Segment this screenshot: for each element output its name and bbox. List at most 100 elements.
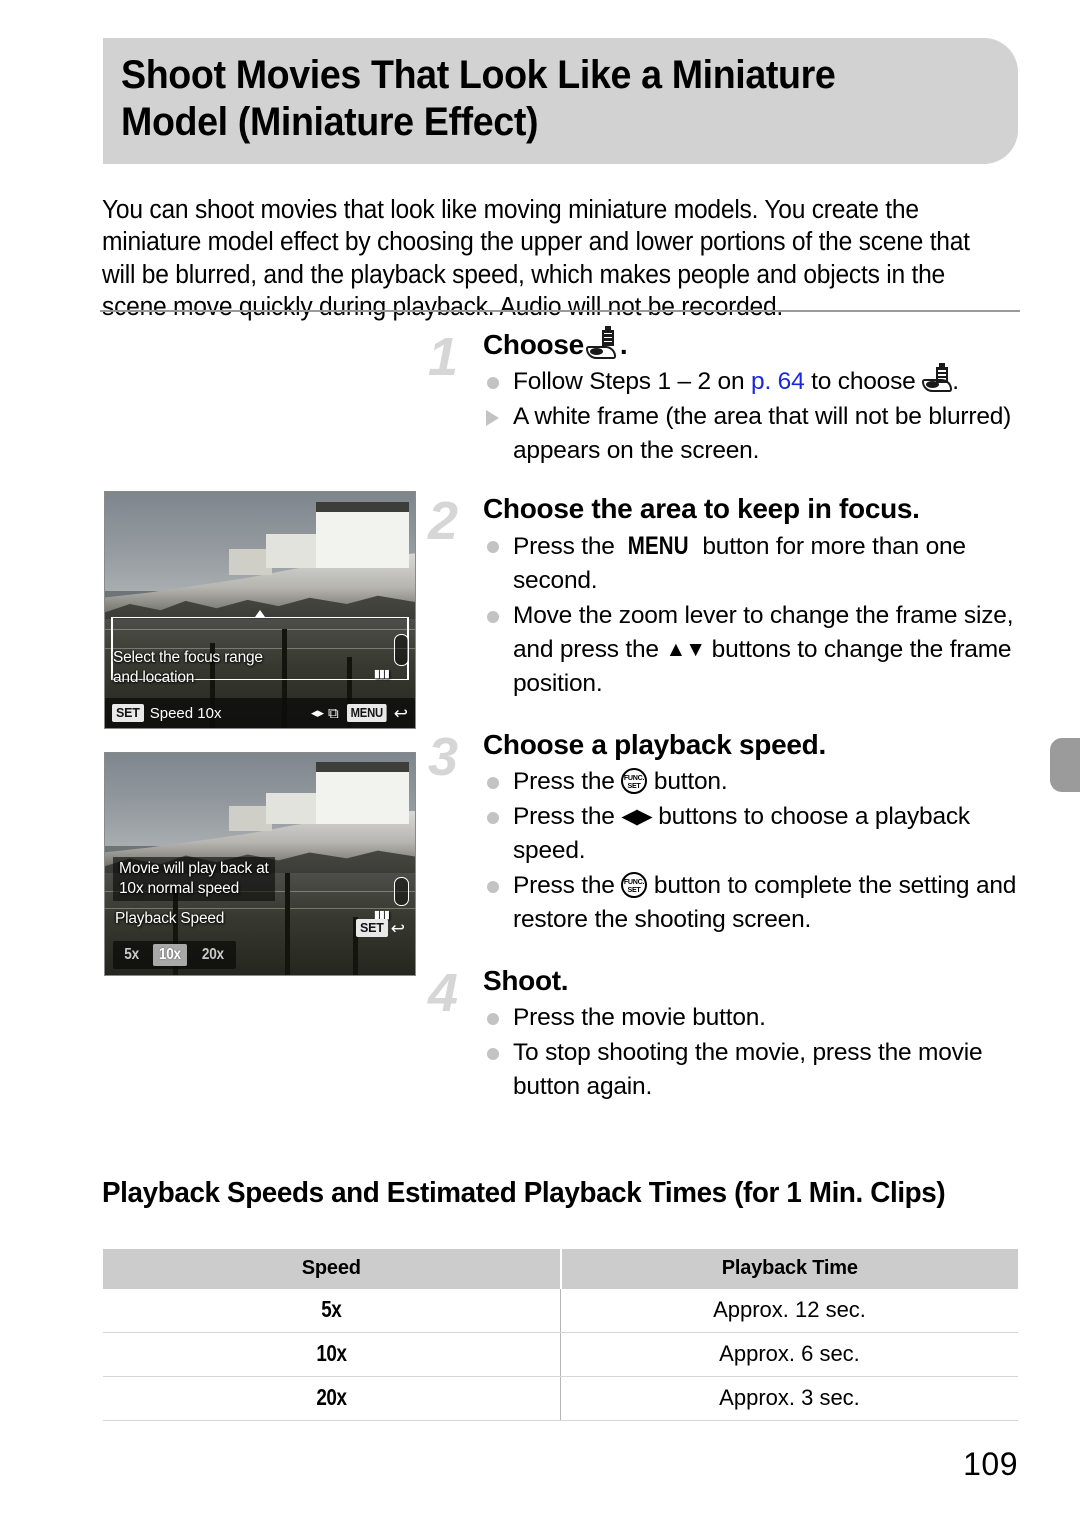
page-title-banner: Shoot Movies That Look Like a Miniature …: [103, 38, 1018, 165]
step-1-bullet-1-text-a: Follow Steps 1 – 2 on: [513, 368, 752, 396]
step-1-heading-period: .: [619, 329, 628, 360]
step-2-bullets: Press the MENU button for more than one …: [483, 529, 1024, 701]
step-4-bullets: Press the movie button. To stop shooting…: [483, 1001, 1024, 1104]
screen1-zoom-indicator: [394, 633, 409, 667]
speed-option-20x[interactable]: 20x: [196, 944, 230, 966]
camera-screen-playback-speed: ▮▮▮ Movie will play back at 10x normal s…: [104, 752, 416, 976]
intro-paragraph: You can shoot movies that look like movi…: [102, 195, 970, 322]
bullet-dot-icon: [487, 1048, 499, 1061]
left-right-arrows-icon: ◀▶: [621, 805, 652, 829]
cell-time-20x: Approx. 3 sec.: [560, 1376, 1018, 1421]
menu-button-label: MENU: [628, 532, 690, 561]
table-subheading: Playback Speeds and Estimated Playback T…: [102, 1177, 946, 1210]
step-3-bullet-2: Press the ◀▶ buttons to choose a playbac…: [483, 800, 1024, 868]
step-4-heading: Shoot.: [483, 965, 569, 996]
step-3-bullet-3: Press the FUNC. SET button to complete th…: [483, 869, 1024, 937]
step-3-bullets: Press the FUNC. SET button. Press the ◀▶ …: [483, 765, 1024, 937]
playback-speed-table: Speed Playback Time 5x Approx. 12 sec. 1…: [103, 1249, 1018, 1421]
column-header-speed: Speed: [103, 1249, 562, 1289]
screen1-guidance-text: Select the focus range and location: [113, 648, 263, 686]
screen2-return-icon: ↩: [390, 918, 405, 938]
screen2-building-main: [315, 762, 409, 825]
func-set-button-icon: FUNC. SET: [621, 872, 648, 899]
bullet-dot-icon: [487, 812, 499, 825]
column-header-playback-time: Playback Time: [560, 1249, 1018, 1289]
step-3-bullet-3-before: Press the: [513, 872, 622, 900]
screen1-building-mid: [266, 534, 322, 568]
func-set-button-icon: FUNC. SET: [621, 768, 648, 795]
screen2-panel-label: Playback Speed: [115, 910, 225, 927]
miniature-effect-icon-inline: [922, 363, 953, 393]
step-1: 1 Choose . Follow Steps 1 – 2 on p. 64 t…: [428, 325, 1024, 478]
speed-option-10x-selected[interactable]: 10x: [153, 944, 188, 966]
screen1-building-main: [315, 501, 409, 568]
step-3-number: 3: [428, 727, 459, 787]
page-number: 109: [963, 1446, 1018, 1482]
bullet-dot-icon: [487, 377, 499, 390]
screen1-set-chip: SET: [112, 704, 144, 722]
bullet-dot-icon: [487, 1013, 499, 1026]
step-1-number: 1: [428, 327, 459, 387]
step-2-heading: Choose the area to keep in focus.: [483, 493, 920, 524]
cell-speed-10x: 10x: [103, 1332, 561, 1377]
screen1-lr-arrows-icon: ◂▸: [310, 705, 325, 720]
step-1-heading: Choose .: [483, 325, 1024, 361]
bullet-dot-icon: [487, 611, 499, 624]
cell-speed-20x: 20x: [103, 1376, 561, 1421]
screen2-speed-options[interactable]: 5x 10x 20x: [113, 941, 236, 969]
screen1-return-icon: ↩: [393, 703, 408, 723]
step-2-bullet-1-before: Press the: [513, 533, 622, 561]
step-3: 3 Choose a playback speed. Press the FUN…: [428, 728, 1024, 950]
miniature-effect-icon: [585, 325, 618, 360]
screen1-speed-label: Speed 10x: [149, 704, 222, 722]
bullet-dot-icon: [487, 881, 499, 894]
step-4-bullet-1-text: Press the movie button.: [513, 1004, 766, 1032]
step-4-bullet-2-text: To stop shooting the movie, press the mo…: [513, 1039, 983, 1101]
speed-option-5x[interactable]: 5x: [118, 944, 145, 966]
step-4-number: 4: [428, 963, 459, 1023]
screen2-post-b: [284, 872, 290, 975]
table-row: 10x Approx. 6 sec.: [103, 1332, 1018, 1377]
step-1-bullet-1: Follow Steps 1 – 2 on p. 64 to choose .: [483, 363, 1024, 399]
page-title: Shoot Movies That Look Like a Miniature …: [121, 53, 836, 145]
screen1-status-bar: SET Speed 10x ◂▸ ⧉ MENU ↩: [105, 698, 415, 728]
step-1-bullet-2: A white frame (the area that will not be…: [483, 400, 1024, 468]
step-4-bullet-1: Press the movie button.: [483, 1001, 1024, 1035]
bullet-dot-icon: [487, 541, 499, 554]
page-reference-link[interactable]: p. 64: [751, 368, 805, 395]
step-3-heading: Choose a playback speed.: [483, 729, 826, 760]
screen2-set-chip: SET: [356, 919, 388, 937]
bullet-dot-icon: [487, 777, 499, 790]
step-1-bullet-1-period: .: [952, 368, 959, 396]
camera-screen-focus-range: ▮▮▮ Select the focus range and location …: [104, 491, 416, 729]
table-header-row: Speed Playback Time: [103, 1249, 1018, 1289]
step-1-heading-text: Choose: [483, 329, 584, 360]
chapter-edge-tab: [1050, 738, 1080, 792]
screen2-building-mid: [266, 792, 322, 825]
step-3-bullet-2-before: Press the: [513, 803, 622, 831]
step-1-bullet-1-text-b: to choose: [804, 368, 923, 396]
step-3-bullet-1-before: Press the: [513, 768, 622, 796]
section-divider: [100, 310, 1020, 312]
cell-speed-5x: 5x: [103, 1289, 561, 1333]
step-2-number: 2: [428, 491, 459, 551]
step-4: 4 Shoot. Press the movie button. To stop…: [428, 964, 1024, 1104]
step-3-bullet-1-after: button.: [647, 768, 728, 796]
cell-time-10x: Approx. 6 sec.: [560, 1332, 1018, 1377]
instruction-steps: 1 Choose . Follow Steps 1 – 2 on p. 64 t…: [428, 325, 1024, 1108]
step-3-bullet-1: Press the FUNC. SET button.: [483, 765, 1024, 799]
step-1-bullets: Follow Steps 1 – 2 on p. 64 to choose . …: [483, 363, 1024, 468]
screen2-zoom-indicator: [394, 877, 409, 906]
table-row: 20x Approx. 3 sec.: [103, 1376, 1018, 1421]
step-1-bullet-2-text: A white frame (the area that will not be…: [513, 403, 1012, 465]
screen1-wide-zoom-icon: ▮▮▮: [373, 667, 390, 680]
bullet-triangle-icon: [486, 410, 499, 427]
step-4-bullet-2: To stop shooting the movie, press the mo…: [483, 1036, 1024, 1104]
screen1-swap-icon: ⧉: [328, 704, 339, 722]
screen1-menu-chip: MENU: [346, 704, 387, 722]
step-2: 2 Choose the area to keep in focus. Pres…: [428, 492, 1024, 714]
screen2-guidance-text: Movie will play back at 10x normal speed: [113, 857, 275, 902]
step-2-bullet-2: Move the zoom lever to change the frame …: [483, 599, 1024, 701]
step-2-bullet-1: Press the MENU button for more than one …: [483, 529, 1024, 598]
focus-frame-tick-up-icon: [254, 610, 265, 618]
